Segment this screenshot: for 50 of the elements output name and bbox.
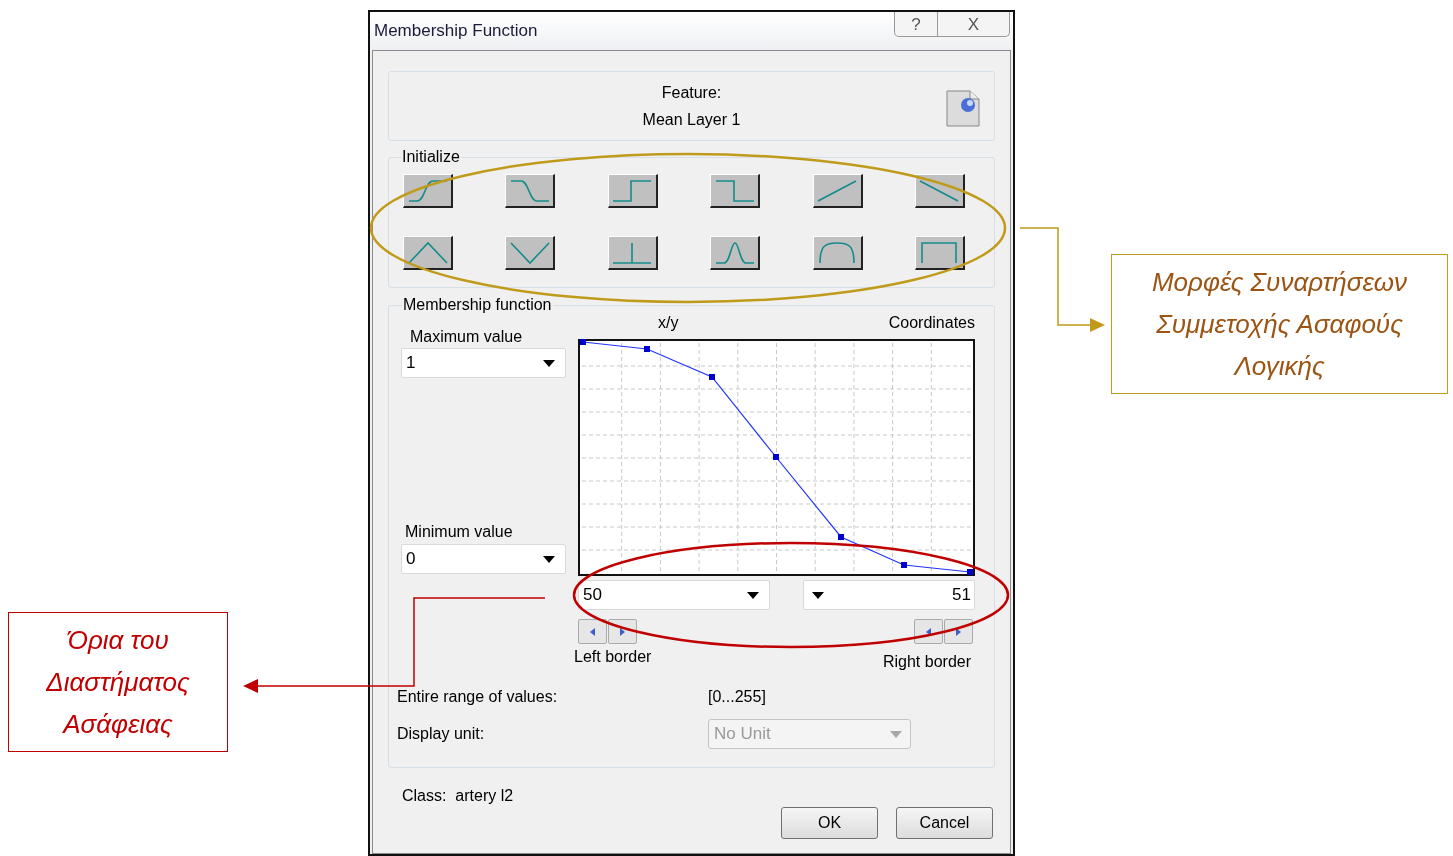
- coordinates-label: Coordinates: [888, 314, 975, 332]
- shape-button[interactable]: [710, 174, 761, 208]
- window-title: Membership Function: [373, 20, 538, 42]
- caret-icon: [890, 730, 902, 738]
- right-arrow-icon: [956, 627, 961, 636]
- range-value: [0...255]: [708, 688, 767, 706]
- field-label: Left border: [574, 648, 652, 667]
- shape-button[interactable]: [607, 174, 658, 208]
- plot-heading: x/y: [658, 314, 679, 332]
- shape-button[interactable]: [914, 236, 965, 270]
- maximum-value-dropdown[interactable]: 1: [401, 348, 566, 378]
- shape-button[interactable]: [505, 236, 556, 270]
- shape-button[interactable]: [403, 236, 453, 270]
- shape-button[interactable]: [607, 236, 658, 270]
- field-label: Right border: [882, 653, 971, 671]
- feature-label: Feature:: [661, 84, 722, 102]
- shape-button[interactable]: [403, 174, 453, 208]
- annotation-label: Μορφές Συναρτήσεων Συμμετοχής Ασαφούς Λογικής: [1111, 254, 1448, 394]
- group-label: Membership function: [402, 296, 553, 314]
- left-arrow-icon: [926, 627, 931, 636]
- right-border-decrease-button[interactable]: [914, 619, 943, 644]
- group-label: Initialize: [401, 148, 461, 166]
- ok-button[interactable]: OK: [781, 807, 878, 839]
- shape-button[interactable]: [812, 236, 863, 270]
- left-arrow-icon: [590, 627, 595, 636]
- right-arrow-icon: [620, 627, 625, 636]
- cancel-button[interactable]: Cancel: [896, 807, 993, 839]
- caret-icon: [543, 555, 555, 563]
- left-border-dropdown[interactable]: 50: [578, 580, 770, 610]
- class-label: Class: artery l2: [402, 787, 514, 805]
- close-button[interactable]: X: [938, 12, 1010, 37]
- document-icon[interactable]: [946, 89, 980, 127]
- caret-icon: [543, 359, 555, 367]
- field-label: Display unit:: [397, 725, 486, 743]
- left-border-decrease-button[interactable]: [578, 619, 607, 644]
- minimum-value-dropdown[interactable]: 0: [401, 544, 566, 574]
- caret-icon: [747, 591, 759, 599]
- help-button[interactable]: ?: [894, 12, 938, 37]
- caret-icon: [812, 591, 824, 599]
- field-label: Minimum value: [405, 523, 514, 541]
- shape-button[interactable]: [505, 174, 556, 208]
- field-label: Maximum value: [410, 328, 524, 346]
- feature-name: Mean Layer 1: [642, 111, 741, 129]
- shape-button[interactable]: [914, 174, 965, 208]
- annotation-label: Όρια του Διαστήματος Ασάφειας: [8, 612, 228, 752]
- shape-button[interactable]: [812, 174, 863, 208]
- field-label: Entire range of values:: [397, 688, 559, 706]
- shape-button[interactable]: [710, 236, 761, 270]
- left-border-increase-button[interactable]: [608, 619, 637, 644]
- right-border-dropdown[interactable]: 51: [803, 580, 975, 610]
